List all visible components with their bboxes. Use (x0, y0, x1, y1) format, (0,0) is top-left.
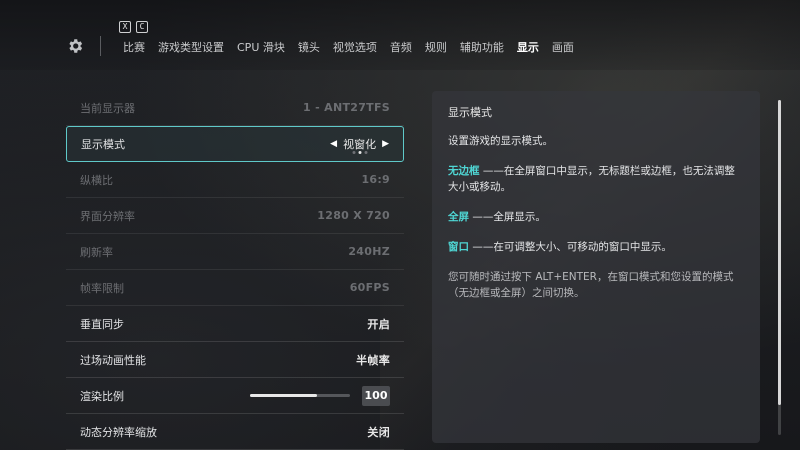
setting-label: 界面分辨率 (80, 209, 135, 223)
help-panel: 显示模式 设置游戏的显示模式。 无边框 ——在全屏窗口中显示，无标题栏或边框，也… (432, 91, 760, 443)
slider-track[interactable] (250, 394, 350, 397)
help-desc-fullscreen: ——全屏显示。 (469, 211, 546, 223)
help-title: 显示模式 (448, 106, 492, 119)
setting-value: 60FPS (349, 281, 390, 294)
setting-value: 1280 X 720 (317, 209, 390, 222)
help-term-fullscreen: 全屏 (448, 211, 469, 223)
tab-match[interactable]: 比赛 (123, 39, 145, 55)
help-term-window: 窗口 (448, 241, 469, 253)
scrollbar[interactable] (778, 100, 781, 435)
tab-display[interactable]: 显示 (517, 39, 539, 55)
tab-game-type[interactable]: 游戏类型设置 (158, 39, 224, 55)
setting-label: 纵横比 (80, 173, 113, 187)
setting-fps-limit: 帧率限制 60FPS (66, 270, 404, 306)
tab-cpu-sliders[interactable]: CPU 滑块 (237, 39, 285, 55)
settings-tabs: 比赛 游戏类型设置 CPU 滑块 镜头 视觉选项 音频 规则 辅助功能 显示 画… (123, 39, 587, 55)
help-desc-borderless: ——在全屏窗口中显示，无标题栏或边框，也无法调整大小或移动。 (448, 165, 735, 193)
setting-value: 240HZ (348, 245, 390, 258)
setting-label: 动态分辨率缩放 (80, 425, 157, 439)
setting-value: 开启 (367, 317, 390, 331)
setting-display-mode[interactable]: 显示模式 ◀ 视窗化 ▶ (66, 126, 404, 162)
setting-value: 半帧率 (356, 353, 390, 367)
gear-icon[interactable] (66, 37, 84, 55)
setting-label: 当前显示器 (80, 101, 135, 115)
setting-label: 刷新率 (80, 245, 113, 259)
setting-monitor: 当前显示器 1 - ANT27TFS (66, 90, 404, 126)
help-intro: 设置游戏的显示模式。 (448, 135, 553, 147)
setting-resolution: 界面分辨率 1280 X 720 (66, 198, 404, 234)
setting-cutscene-performance[interactable]: 过场动画性能 半帧率 (66, 342, 404, 378)
setting-value: 16:9 (361, 173, 390, 186)
tab-accessibility[interactable]: 辅助功能 (460, 39, 504, 55)
setting-render-scale[interactable]: 渲染比例 100 (66, 378, 404, 414)
help-note: 您可随时通过按下 ALT+ENTER，在窗口模式和您设置的模式（无边框或全屏）之… (448, 271, 734, 299)
option-dot (358, 151, 362, 154)
option-dot (364, 151, 368, 154)
arrow-right-icon[interactable]: ▶ (382, 139, 389, 149)
help-desc-window: ——在可调整大小、可移动的窗口中显示。 (469, 241, 672, 253)
help-window: 窗口 ——在可调整大小、可移动的窗口中显示。 (448, 239, 744, 255)
tab-camera[interactable]: 镜头 (298, 39, 320, 55)
setting-label: 过场动画性能 (80, 353, 146, 367)
tab-graphics[interactable]: 画面 (552, 39, 574, 55)
arrow-left-icon[interactable]: ◀ (330, 139, 337, 149)
setting-refresh-rate: 刷新率 240HZ (66, 234, 404, 270)
header-divider (100, 36, 101, 56)
key-hints: X C (119, 21, 148, 33)
setting-label: 显示模式 (81, 138, 125, 151)
tab-rules[interactable]: 规则 (425, 39, 447, 55)
help-term-borderless: 无边框 (448, 165, 480, 177)
option-dot (352, 151, 356, 154)
help-fullscreen: 全屏 ——全屏显示。 (448, 209, 744, 225)
display-mode-value: 视窗化 (343, 138, 377, 151)
setting-label: 渲染比例 (80, 389, 124, 403)
key-hint-x: X (119, 21, 131, 33)
setting-value: 1 - ANT27TFS (303, 101, 390, 114)
help-borderless: 无边框 ——在全屏窗口中显示，无标题栏或边框，也无法调整大小或移动。 (448, 163, 744, 195)
setting-label: 垂直同步 (80, 317, 124, 331)
slider-value: 100 (362, 385, 390, 406)
tab-visual[interactable]: 视觉选项 (333, 39, 377, 55)
setting-vsync[interactable]: 垂直同步 开启 (66, 306, 404, 342)
slider-fill (250, 394, 317, 397)
scrollbar-thumb[interactable] (778, 100, 781, 405)
key-hint-c: C (136, 21, 148, 33)
tab-audio[interactable]: 音频 (390, 39, 412, 55)
setting-label: 帧率限制 (80, 281, 124, 295)
setting-dynamic-resolution[interactable]: 动态分辨率缩放 关闭 (66, 414, 404, 450)
option-dots (352, 151, 368, 154)
settings-list: 当前显示器 1 - ANT27TFS 显示模式 ◀ 视窗化 ▶ 纵横比 16:9… (66, 90, 404, 450)
setting-aspect-ratio: 纵横比 16:9 (66, 162, 404, 198)
render-scale-slider[interactable]: 100 (250, 385, 390, 406)
display-mode-selector[interactable]: ◀ 视窗化 ▶ (330, 136, 389, 154)
setting-value: 关闭 (367, 425, 390, 439)
top-bar: X C 比赛 游戏类型设置 CPU 滑块 镜头 视觉选项 音频 规则 辅助功能 … (0, 0, 800, 70)
